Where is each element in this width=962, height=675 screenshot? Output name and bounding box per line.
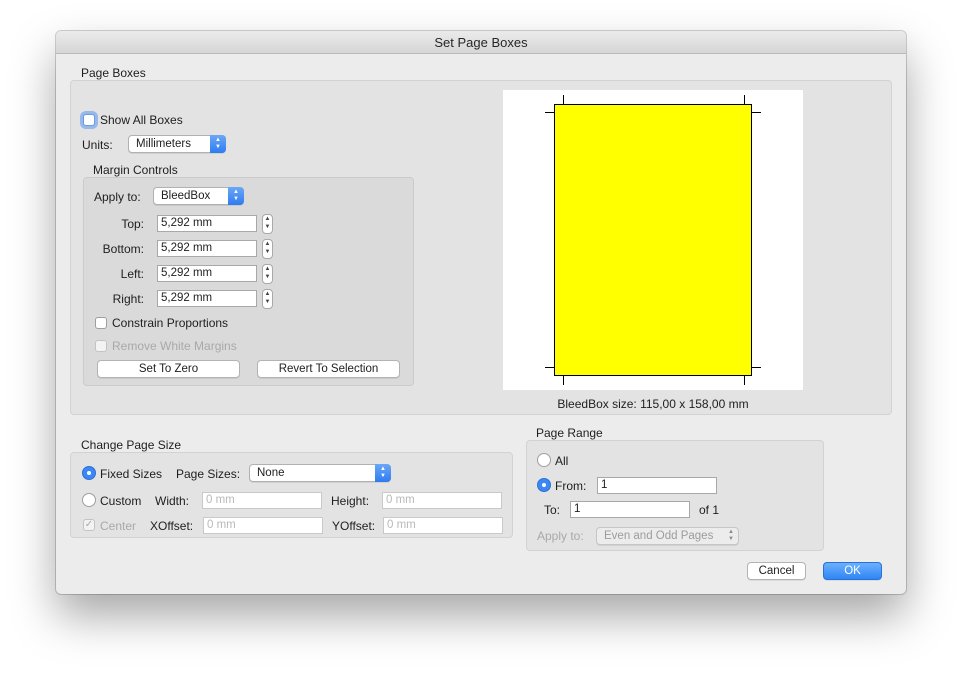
page-sizes-value: None: [257, 467, 285, 479]
popup-chevrons-icon: ▲ ▼: [210, 135, 226, 153]
units-value: Millimeters: [136, 138, 191, 150]
page-preview: [503, 90, 803, 390]
right-margin-stepper[interactable]: ▲ ▼: [262, 289, 273, 309]
page-boxes-section-label: Page Boxes: [81, 66, 146, 80]
height-field[interactable]: 0 mm: [382, 492, 502, 509]
stepper-arrows-icon: ▲ ▼: [264, 241, 271, 255]
left-margin-field[interactable]: 5,292 mm: [157, 265, 257, 282]
right-label: Right:: [112, 292, 144, 306]
remove-white-margins-checkbox[interactable]: [95, 340, 107, 352]
popup-chevrons-icon: ▲ ▼: [728, 529, 734, 542]
set-to-zero-button[interactable]: Set To Zero: [97, 360, 240, 378]
center-label: Center: [100, 519, 137, 533]
ok-button[interactable]: OK: [823, 562, 882, 580]
left-label: Left:: [120, 267, 144, 281]
constrain-proportions-checkbox[interactable]: [95, 317, 107, 329]
dialog-title: Set Page Boxes: [56, 31, 906, 54]
width-label: Width:: [155, 494, 190, 508]
units-label: Units:: [82, 138, 113, 152]
top-margin-stepper[interactable]: ▲ ▼: [262, 214, 273, 234]
height-label: Height:: [331, 494, 370, 508]
left-margin-stepper[interactable]: ▲ ▼: [262, 264, 273, 284]
revert-to-selection-button[interactable]: Revert To Selection: [257, 360, 400, 378]
top-margin-field[interactable]: 5,292 mm: [157, 215, 257, 232]
crop-mark: [563, 95, 564, 104]
checkmark-icon: ✓: [84, 519, 94, 530]
from-page-field[interactable]: 1: [597, 477, 717, 494]
popup-chevrons-icon: ▲ ▼: [375, 464, 391, 482]
center-checkbox[interactable]: ✓: [83, 519, 95, 531]
from-label: From:: [555, 479, 587, 493]
to-page-field[interactable]: 1: [570, 501, 690, 518]
show-all-boxes-checkbox[interactable]: [83, 114, 95, 126]
crop-mark: [563, 376, 564, 385]
crop-mark: [545, 367, 554, 368]
bleedbox-size-caption: BleedBox size: 115,00 x 158,00 mm: [557, 397, 749, 411]
fixed-sizes-radio[interactable]: [82, 466, 96, 480]
width-field[interactable]: 0 mm: [202, 492, 322, 509]
bottom-margin-field[interactable]: 5,292 mm: [157, 240, 257, 257]
apply-to-label: Apply to:: [94, 190, 141, 204]
all-pages-radio[interactable]: [537, 453, 551, 467]
bottom-margin-stepper[interactable]: ▲ ▼: [262, 239, 273, 259]
to-label: To:: [544, 503, 561, 517]
stepper-arrows-icon: ▲ ▼: [264, 291, 271, 305]
crop-mark: [752, 367, 761, 368]
custom-radio[interactable]: [82, 493, 96, 507]
apply-to-value: BleedBox: [161, 190, 211, 202]
margin-controls-section-label: Margin Controls: [93, 163, 178, 177]
page-sizes-label: Page Sizes:: [176, 467, 241, 481]
page-range-apply-to-label: Apply to:: [537, 529, 584, 543]
page-range-apply-to-value: Even and Odd Pages: [604, 530, 714, 542]
yoffset-field[interactable]: 0 mm: [383, 517, 503, 534]
from-radio[interactable]: [537, 478, 551, 492]
popup-chevrons-icon: ▲ ▼: [228, 187, 244, 205]
page-count-label: of 1: [699, 503, 720, 517]
constrain-proportions-label: Constrain Proportions: [112, 316, 229, 330]
right-margin-field[interactable]: 5,292 mm: [157, 290, 257, 307]
change-page-size-section-label: Change Page Size: [81, 438, 182, 452]
remove-white-margins-label: Remove White Margins: [112, 339, 237, 353]
show-all-boxes-label: Show All Boxes: [100, 113, 183, 127]
all-pages-label: All: [555, 454, 569, 468]
bottom-label: Bottom:: [102, 242, 144, 256]
page-sizes-popup[interactable]: None ▲ ▼: [249, 464, 391, 482]
crop-mark: [545, 112, 554, 113]
xoffset-field[interactable]: 0 mm: [203, 517, 323, 534]
units-popup[interactable]: Millimeters ▲ ▼: [128, 135, 226, 153]
bleedbox-rectangle: [554, 104, 752, 376]
fixed-sizes-label: Fixed Sizes: [100, 467, 163, 481]
yoffset-label: YOffset:: [332, 519, 376, 533]
page-range-section-label: Page Range: [536, 426, 603, 440]
stepper-arrows-icon: ▲ ▼: [264, 216, 271, 230]
crop-mark: [744, 95, 745, 104]
top-label: Top:: [121, 217, 144, 231]
stepper-arrows-icon: ▲ ▼: [264, 266, 271, 280]
custom-label: Custom: [100, 494, 142, 508]
crop-mark: [744, 376, 745, 385]
apply-to-popup[interactable]: BleedBox ▲ ▼: [153, 187, 244, 205]
set-page-boxes-dialog: Set Page Boxes Page Boxes Show All Boxes…: [56, 31, 906, 594]
cancel-button[interactable]: Cancel: [747, 562, 806, 580]
xoffset-label: XOffset:: [150, 519, 194, 533]
page-range-apply-to-popup[interactable]: Even and Odd Pages ▲ ▼: [596, 527, 739, 545]
crop-mark: [752, 112, 761, 113]
